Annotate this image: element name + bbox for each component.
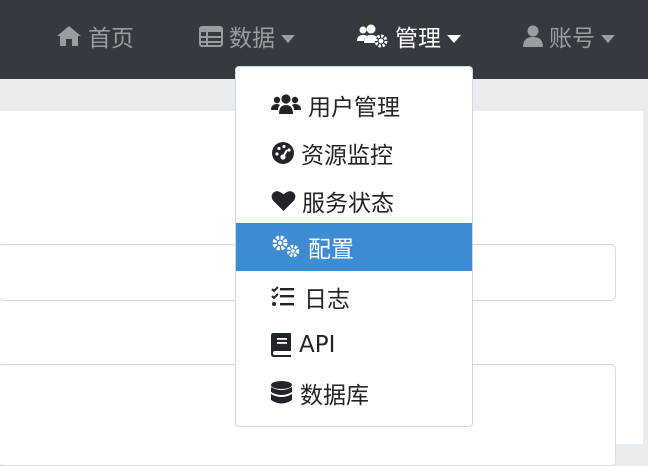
chevron-down-icon — [281, 23, 295, 49]
admin-dropdown-menu: 用户管理 资源监控 服务状态 配置 日志 API 数据库 — [235, 66, 473, 427]
menu-item-label: 配置 — [308, 237, 354, 263]
menu-item-label: 用户管理 — [308, 95, 400, 121]
nav-home[interactable]: 首页 — [56, 18, 134, 54]
menu-item-logs[interactable]: 日志 — [236, 273, 472, 321]
nav-admin-label: 管理 — [395, 26, 441, 52]
tasks-icon — [271, 286, 295, 308]
database-icon — [271, 381, 292, 405]
menu-item-label: API — [299, 332, 336, 358]
home-icon — [56, 25, 82, 47]
nav-account[interactable]: 账号 — [523, 18, 615, 54]
menu-item-label: 资源监控 — [301, 143, 393, 169]
menu-item-user-management[interactable]: 用户管理 — [236, 81, 472, 129]
menu-item-resource-monitor[interactable]: 资源监控 — [236, 129, 472, 177]
gauge-icon — [271, 141, 295, 165]
menu-item-config[interactable]: 配置 — [236, 223, 472, 271]
menu-item-api[interactable]: API — [236, 321, 472, 369]
nav-admin[interactable]: 管理 — [357, 18, 461, 54]
cogs-icon — [271, 235, 301, 259]
heart-icon — [271, 190, 296, 212]
nav-account-label: 账号 — [549, 26, 595, 52]
menu-item-database[interactable]: 数据库 — [236, 369, 472, 417]
menu-item-label: 数据库 — [300, 383, 369, 409]
nav-data[interactable]: 数据 — [199, 18, 295, 54]
nav-home-label: 首页 — [88, 26, 134, 52]
menu-item-label: 日志 — [304, 287, 350, 313]
users-cog-icon — [357, 24, 389, 48]
menu-item-service-status[interactable]: 服务状态 — [236, 177, 472, 225]
nav-data-label: 数据 — [229, 26, 275, 52]
user-icon — [523, 25, 543, 47]
chevron-down-icon — [601, 23, 615, 49]
menu-item-label: 服务状态 — [302, 191, 394, 217]
table-icon — [199, 25, 223, 47]
chevron-down-icon — [447, 23, 461, 49]
book-icon — [271, 333, 291, 357]
users-icon — [271, 94, 301, 116]
